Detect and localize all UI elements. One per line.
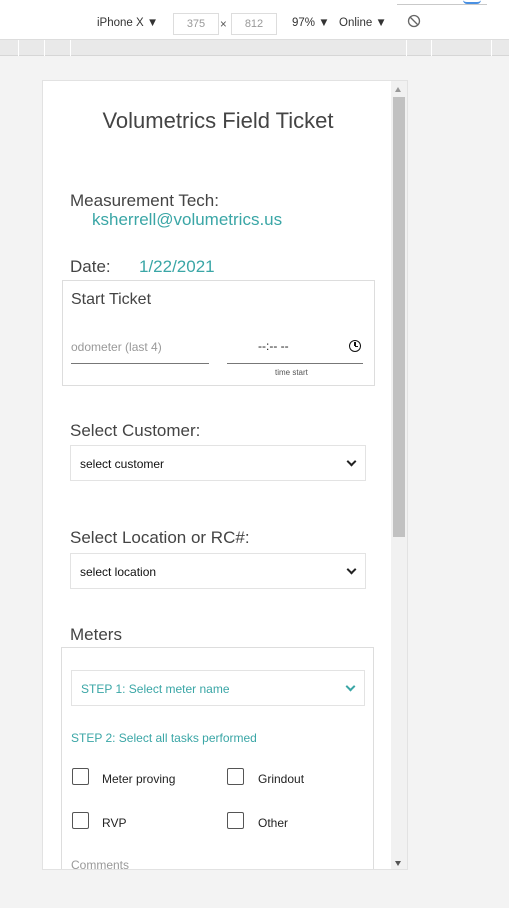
chevron-down-icon — [345, 681, 356, 692]
other-checkbox[interactable] — [227, 812, 244, 829]
comments-label: Comments — [71, 858, 130, 870]
devtools-top-strip — [0, 0, 509, 6]
meter-name-select[interactable]: STEP 1: Select meter name — [71, 670, 365, 706]
date-label: Date: — [70, 257, 111, 276]
tech-email: ksherrell@volumetrics.us — [92, 210, 283, 229]
meter-proving-label: Meter proving — [102, 772, 176, 786]
ruler-segment — [431, 40, 432, 56]
start-ticket-heading: Start Ticket — [71, 291, 152, 308]
time-caption: time start — [275, 368, 308, 377]
highlight-indicator — [463, 0, 481, 4]
customer-select-value: select customer — [80, 457, 165, 471]
height-input[interactable]: 812 — [231, 13, 277, 35]
rvp-label: RVP — [102, 816, 127, 830]
rotate-icon[interactable] — [407, 14, 421, 28]
meters-card: STEP 1: Select meter name STEP 2: Select… — [61, 647, 374, 870]
odometer-underline — [71, 363, 209, 364]
time-input[interactable]: --:-- -- — [258, 339, 289, 353]
ruler-segment — [491, 40, 492, 56]
tech-label: Measurement Tech: — [70, 191, 219, 210]
ruler-segment — [44, 40, 45, 56]
rvp-checkbox[interactable] — [72, 812, 89, 829]
customer-select[interactable]: select customer — [70, 445, 366, 481]
date-value: 1/22/2021 — [139, 257, 215, 276]
mobile-viewport: Volumetrics Field Ticket Measurement Tec… — [42, 80, 408, 870]
media-query-ruler — [0, 40, 509, 56]
chevron-down-icon — [346, 564, 357, 575]
meter-proving-checkbox[interactable] — [72, 768, 89, 785]
location-label: Select Location or RC#: — [70, 528, 250, 547]
dimension-times: × — [220, 19, 227, 31]
grindout-checkbox[interactable] — [227, 768, 244, 785]
scroll-thumb[interactable] — [393, 97, 405, 537]
meters-label: Meters — [70, 625, 122, 644]
odometer-input[interactable]: odometer (last 4) — [71, 340, 162, 354]
start-ticket-card: Start Ticket odometer (last 4) --:-- -- … — [62, 280, 375, 386]
ruler-segment — [18, 40, 19, 56]
device-select[interactable]: iPhone X ▼ — [97, 17, 158, 29]
zoom-select[interactable]: 97% ▼ — [292, 17, 330, 29]
devtools-toolbar: iPhone X ▼ 375 × 812 97% ▼ Online ▼ — [0, 0, 509, 40]
step2-label: STEP 2: Select all tasks performed — [71, 731, 257, 745]
scroll-up-arrow[interactable] — [395, 87, 401, 92]
page-title: Volumetrics Field Ticket — [102, 108, 334, 133]
network-select[interactable]: Online ▼ — [339, 17, 387, 29]
devtools-row: iPhone X ▼ 375 × 812 97% ▼ Online ▼ — [0, 13, 509, 37]
customer-label: Select Customer: — [70, 421, 201, 440]
width-input[interactable]: 375 — [173, 13, 219, 35]
ruler-segment — [70, 40, 71, 56]
time-underline — [227, 363, 363, 364]
location-select-value: select location — [80, 565, 157, 579]
clock-icon[interactable] — [349, 340, 361, 352]
chevron-down-icon — [346, 456, 357, 467]
scroll-down-arrow[interactable] — [395, 861, 401, 866]
location-select[interactable]: select location — [70, 553, 366, 589]
grindout-label: Grindout — [258, 772, 305, 786]
other-label: Other — [258, 816, 289, 830]
meter-name-select-value: STEP 1: Select meter name — [81, 682, 230, 696]
ruler-segment — [406, 40, 407, 56]
page-scrollbar[interactable] — [391, 81, 407, 869]
